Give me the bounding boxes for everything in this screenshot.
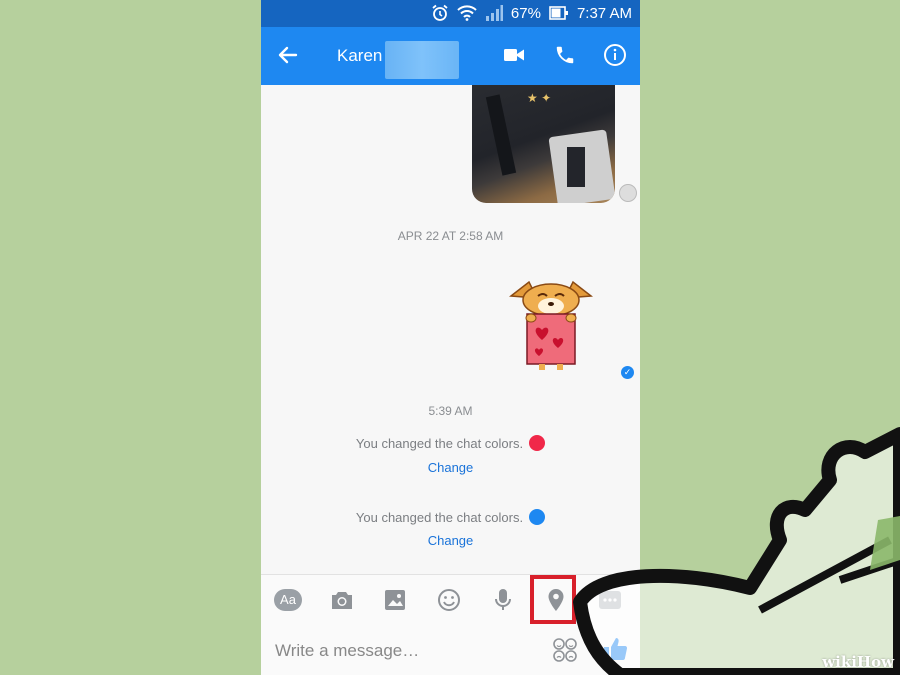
redacted-surname — [385, 41, 459, 79]
composer — [261, 624, 640, 675]
message-input[interactable] — [273, 638, 517, 664]
info-icon[interactable] — [603, 43, 627, 72]
chat-color-swatch — [529, 509, 546, 525]
microphone-icon[interactable] — [489, 587, 517, 613]
message-list[interactable]: ★ ✦ APR 22 AT 2:58 AM ✓ 5:39 AM You chan… — [261, 85, 640, 574]
system-message: You changed the chat colors. — [261, 509, 640, 525]
clock: 7:37 AM — [576, 4, 632, 22]
video-call-icon[interactable] — [503, 43, 525, 72]
system-message: You changed the chat colors. — [261, 435, 640, 451]
photo-message[interactable]: ★ ✦ — [472, 85, 615, 203]
seen-avatar — [619, 184, 637, 202]
thumbs-up-icon[interactable] — [602, 636, 628, 667]
conversation-header: Karen — [261, 27, 640, 85]
message-timestamp: APR 22 AT 2:58 AM — [397, 229, 504, 243]
change-colors-link[interactable]: Change — [261, 533, 640, 548]
emoji-icon[interactable] — [435, 587, 463, 613]
sticker-face-icon[interactable] — [553, 638, 577, 667]
status-bar: 67% 7:37 AM — [261, 0, 640, 27]
contact-name[interactable]: Karen — [337, 46, 382, 66]
phone-screen: 67% 7:37 AM Karen ★ ✦ APR 22 AT 2:58 AM … — [261, 0, 640, 675]
back-arrow-icon[interactable] — [277, 44, 299, 71]
phone-call-icon[interactable] — [554, 43, 576, 72]
battery-icon — [549, 5, 569, 21]
wifi-icon — [457, 5, 477, 21]
more-icon[interactable] — [596, 587, 624, 613]
battery-percent: 67% — [510, 4, 541, 22]
camera-icon[interactable] — [328, 587, 356, 613]
alarm-icon — [431, 4, 449, 22]
message-timestamp: 5:39 AM — [428, 404, 473, 418]
composer-toolbar: Aa — [261, 574, 640, 625]
wikihow-watermark: wikiHow — [822, 653, 894, 671]
chat-color-swatch — [529, 435, 546, 451]
read-receipt-icon: ✓ — [621, 366, 634, 379]
highlight-box — [530, 575, 576, 624]
signal-icon — [485, 5, 503, 21]
text-format-icon[interactable]: Aa — [274, 587, 302, 613]
corgi-sticker[interactable] — [509, 278, 593, 373]
gallery-icon[interactable] — [381, 587, 409, 613]
change-colors-link[interactable]: Change — [261, 460, 640, 475]
